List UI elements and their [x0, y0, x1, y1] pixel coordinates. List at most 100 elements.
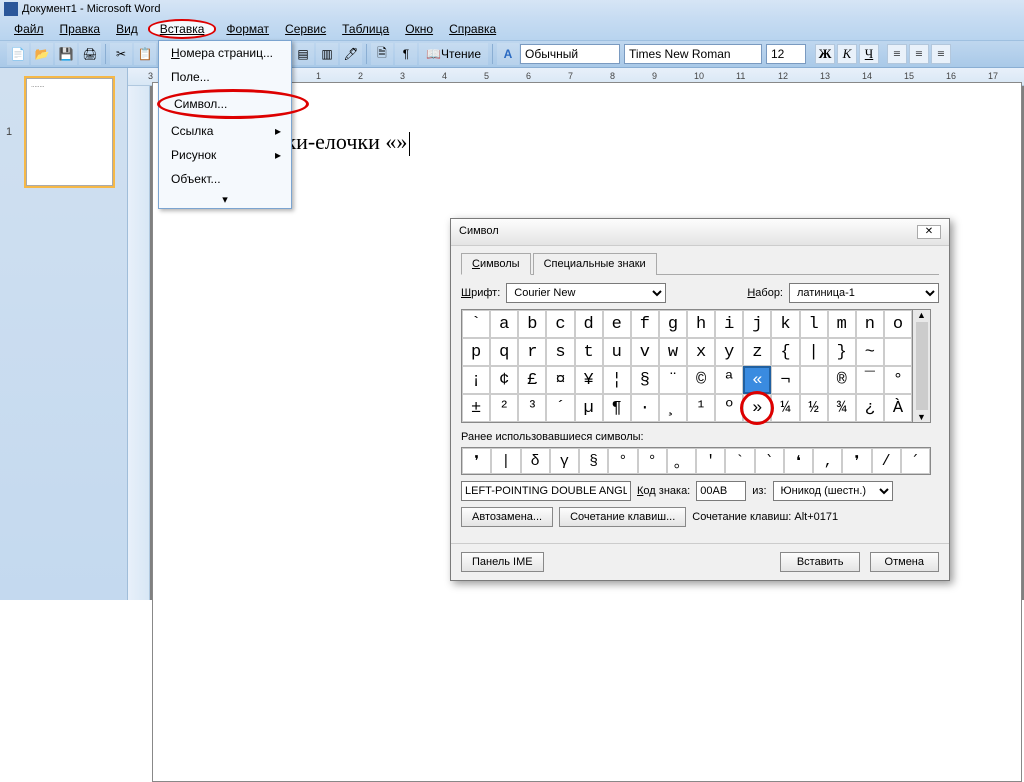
- symbol-cell[interactable]: ¢: [490, 366, 518, 394]
- recent-symbol-cell[interactable]: ՛: [901, 448, 930, 474]
- close-icon[interactable]: ✕: [917, 225, 941, 239]
- menu-window[interactable]: Окно: [405, 22, 433, 36]
- code-input[interactable]: [696, 481, 746, 501]
- menu-view[interactable]: Вид: [116, 22, 138, 36]
- symbol-cell[interactable]: ª: [715, 366, 743, 394]
- bold-button[interactable]: Ж: [815, 44, 835, 64]
- cut-icon[interactable]: ✂: [110, 43, 132, 65]
- dialog-titlebar[interactable]: Символ ✕: [451, 219, 949, 246]
- symbol-cell[interactable]: j: [743, 310, 771, 338]
- menu-table[interactable]: Таблица: [342, 22, 389, 36]
- symbol-cell[interactable]: o: [884, 310, 912, 338]
- mi-picture[interactable]: Рисунок▸: [159, 143, 291, 167]
- copy-icon[interactable]: 📋: [134, 43, 156, 65]
- italic-button[interactable]: К: [837, 44, 857, 64]
- mi-symbol[interactable]: Символ...: [157, 89, 309, 119]
- symbol-cell[interactable]: ½: [800, 394, 828, 422]
- symbol-cell[interactable]: k: [771, 310, 799, 338]
- symbol-cell[interactable]: d: [575, 310, 603, 338]
- symbol-cell[interactable]: w: [659, 338, 687, 366]
- symbol-cell[interactable]: ¬: [771, 366, 799, 394]
- underline-button[interactable]: Ч: [859, 44, 879, 64]
- recent-symbol-cell[interactable]: |: [491, 448, 520, 474]
- symbol-cell[interactable]: g: [659, 310, 687, 338]
- symbol-cell[interactable]: ¿: [856, 394, 884, 422]
- symbol-cell[interactable]: `: [462, 310, 490, 338]
- symbol-cell[interactable]: ¹: [687, 394, 715, 422]
- shortcut-button[interactable]: Сочетание клавиш...: [559, 507, 686, 527]
- symbol-cell[interactable]: ~: [856, 338, 884, 366]
- symbol-cell[interactable]: ¡: [462, 366, 490, 394]
- symbol-cell[interactable]: e: [603, 310, 631, 338]
- mi-page-numbers[interactable]: Номера страниц...: [159, 41, 291, 65]
- symbol-cell[interactable]: ±: [462, 394, 490, 422]
- symbol-cell[interactable]: ¯: [856, 366, 884, 394]
- symbol-cell[interactable]: ´: [546, 394, 574, 422]
- menu-insert[interactable]: Вставка: [148, 19, 217, 39]
- mi-expand-icon[interactable]: ▾: [159, 191, 291, 208]
- recent-symbol-cell[interactable]: ': [696, 448, 725, 474]
- symbol-cell[interactable]: y: [715, 338, 743, 366]
- autocorrect-button[interactable]: Автозамена...: [461, 507, 553, 527]
- symbol-cell[interactable]: ¾: [828, 394, 856, 422]
- symbol-cell[interactable]: ¨: [659, 366, 687, 394]
- open-icon[interactable]: 📂: [31, 43, 53, 65]
- symbol-cell[interactable]: «: [743, 366, 771, 394]
- page-thumbnail[interactable]: ........: [26, 78, 113, 186]
- cancel-button[interactable]: Отмена: [870, 552, 939, 572]
- recent-symbol-cell[interactable]: /: [872, 448, 901, 474]
- symbol-cell[interactable]: {: [771, 338, 799, 366]
- symbol-cell[interactable]: µ: [575, 394, 603, 422]
- symbol-grid[interactable]: `abcdefghijklmnopqrstuvwxyz{|}~¡¢£¤¥¦§¨©…: [461, 309, 913, 423]
- recent-symbol-cell[interactable]: °: [638, 448, 667, 474]
- symbol-cell[interactable]: n: [856, 310, 884, 338]
- save-icon[interactable]: 💾: [55, 43, 77, 65]
- tab-symbols[interactable]: Символы: [461, 253, 531, 275]
- symbol-cell[interactable]: l: [800, 310, 828, 338]
- size-combo[interactable]: 12: [766, 44, 806, 64]
- symbol-cell[interactable]: ¥: [575, 366, 603, 394]
- style-combo[interactable]: Обычный: [520, 44, 620, 64]
- drawing-icon[interactable]: 🖊: [340, 43, 362, 65]
- symbol-cell[interactable]: h: [687, 310, 715, 338]
- reading-button[interactable]: 📖 Чтение: [419, 43, 488, 65]
- symbol-cell[interactable]: i: [715, 310, 743, 338]
- recent-symbol-cell[interactable]: 。: [667, 448, 696, 474]
- symbol-cell[interactable]: |: [800, 338, 828, 366]
- symbol-cell[interactable]: ¦: [603, 366, 631, 394]
- symbol-cell[interactable]: u: [603, 338, 631, 366]
- symbol-cell[interactable]: a: [490, 310, 518, 338]
- symbol-cell[interactable]: x: [687, 338, 715, 366]
- symbol-cell[interactable]: ¼: [771, 394, 799, 422]
- align-left-icon[interactable]: ≡: [887, 44, 907, 64]
- recent-symbol-cell[interactable]: ❜: [842, 448, 871, 474]
- symbol-cell[interactable]: ®: [828, 366, 856, 394]
- symbol-cell[interactable]: b: [518, 310, 546, 338]
- recent-symbol-cell[interactable]: §: [579, 448, 608, 474]
- mi-object[interactable]: Объект...: [159, 167, 291, 191]
- symbol-cell[interactable]: ¤: [546, 366, 574, 394]
- symbol-cell[interactable]: t: [575, 338, 603, 366]
- recent-symbol-cell[interactable]: °: [608, 448, 637, 474]
- symbol-cell[interactable]: ·: [631, 394, 659, 422]
- menu-edit[interactable]: Правка: [60, 22, 101, 36]
- recent-symbol-cell[interactable]: δ: [521, 448, 550, 474]
- menu-tools[interactable]: Сервис: [285, 22, 326, 36]
- style-aa-icon[interactable]: A: [497, 43, 519, 65]
- symbol-cell[interactable]: ²: [490, 394, 518, 422]
- symbol-cell[interactable]: º: [715, 394, 743, 422]
- insert-button[interactable]: Вставить: [780, 552, 861, 572]
- symbol-cell[interactable]: c: [546, 310, 574, 338]
- symbol-cell[interactable]: z: [743, 338, 771, 366]
- symbol-cell[interactable]: v: [631, 338, 659, 366]
- symbol-cell[interactable]: ¶: [603, 394, 631, 422]
- excel-icon[interactable]: ▤: [292, 43, 314, 65]
- para-icon[interactable]: ¶: [395, 43, 417, 65]
- menu-format[interactable]: Формат: [226, 22, 269, 36]
- symbol-cell[interactable]: s: [546, 338, 574, 366]
- ruler-vertical[interactable]: [128, 86, 150, 600]
- new-doc-icon[interactable]: 📄: [7, 43, 29, 65]
- symbol-cell[interactable]: f: [631, 310, 659, 338]
- symbol-cell[interactable]: m: [828, 310, 856, 338]
- menu-file[interactable]: Файл: [14, 22, 44, 36]
